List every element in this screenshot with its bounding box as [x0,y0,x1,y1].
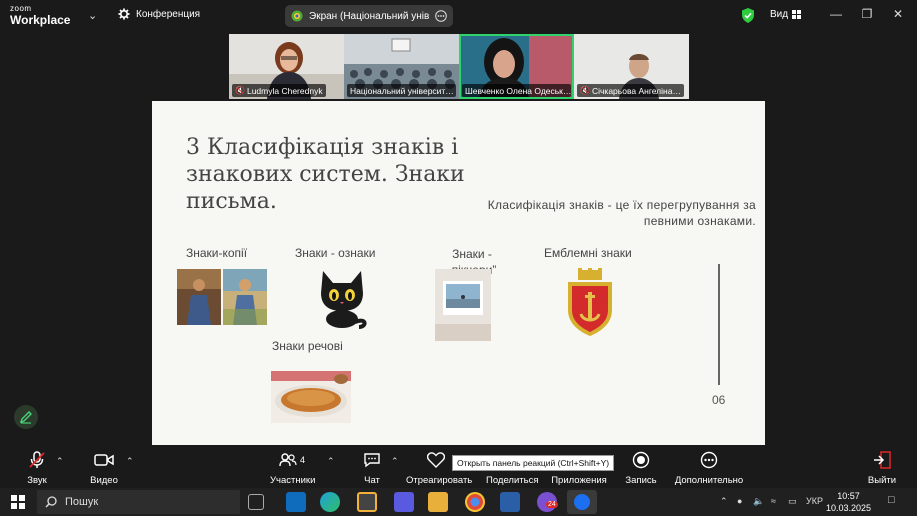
muted-mic-icon [29,451,45,468]
search-label: Пошук [65,496,99,508]
shared-screen-slide: 3 Класифікація знаків і знакових систем.… [152,101,765,445]
outlook-icon[interactable] [286,492,306,512]
gear-icon [118,8,130,20]
participant-video-3-active-speaker[interactable]: Шевченко Олена Одеськ… [459,34,574,99]
slide-divider-line [718,264,720,385]
share-screen-icon [291,10,303,22]
chat-button[interactable]: Чат [360,450,384,486]
restore-icon[interactable]: ❐ [858,7,876,21]
chat-options-caret[interactable]: ⌃ [391,456,399,467]
minimize-icon[interactable]: — [827,7,845,21]
category-copies: Знаки-копії [186,246,248,260]
encryption-shield-icon[interactable] [741,8,755,23]
category-emblem: Емблемні знаки [544,246,632,260]
video-camera-icon [94,454,114,466]
remote-app-icon[interactable] [500,492,520,512]
notifications-icon[interactable]: □ [888,494,895,506]
chrome-icon[interactable] [465,492,485,512]
audio-button[interactable]: Звук [22,450,52,486]
video-options-caret[interactable]: ⌃ [126,456,134,467]
close-icon[interactable]: ✕ [889,7,907,21]
participant-name-tag: Шевченко Олена Одеськ… [462,84,571,97]
more-options-icon [700,451,718,469]
zoom-app-icon [574,494,590,510]
participant-video-1[interactable]: 🔇 Ludmyla Cherednyk [229,34,344,99]
coat-of-arms-image [564,268,616,338]
clock[interactable]: 10:57 10.03.2025 [826,490,871,514]
zoom-logo: zoom Workplace [10,4,71,27]
video-button[interactable]: Видео [88,450,120,486]
participant-name-tag: 🔇 Січкарьова Ангеліна… [577,84,684,97]
store-icon[interactable] [357,492,377,512]
taskbar-search[interactable]: Пошук [37,490,240,514]
audio-options-caret[interactable]: ⌃ [56,456,64,467]
battery-icon[interactable]: ▭ [788,496,797,507]
windows-start-icon[interactable] [11,495,25,509]
more-options-icon[interactable] [435,10,447,22]
video-thumbnail-strip: 🔇 Ludmyla Cherednyk Національний універси… [229,34,689,99]
tray-expand-icon[interactable]: ⌃ [720,496,728,507]
wifi-icon[interactable]: ≈ [771,496,776,506]
language-indicator[interactable]: УКР [806,496,823,506]
volume-muted-icon[interactable]: 🔈 [753,496,764,507]
title-bar: zoom Workplace ⌄ Конференция Экран (Наці… [0,0,917,32]
muted-mic-icon: 🔇 [235,86,245,95]
more-button[interactable]: Дополнительно [674,450,744,486]
participants-button[interactable]: 4 Участники [270,450,315,486]
participant-name-tag: 🔇 Ludmyla Cherednyk [232,84,326,97]
editor-app-icon[interactable] [394,492,414,512]
file-explorer-icon[interactable] [428,492,448,512]
leave-button[interactable]: Выйти [864,450,900,486]
polaroid-photo-image [435,269,491,341]
reactions-tooltip: Открыть панель реакций (Ctrl+Shift+Y) [452,455,615,471]
clock-date: 10.03.2025 [826,503,872,513]
slide-title: 3 Класифікація знаків і знакових систем.… [186,135,465,214]
category-signs: Знаки - ознаки [295,246,376,260]
clock-time: 10:57 [837,491,860,501]
microphone-tray-icon[interactable]: ● [737,496,742,506]
view-button[interactable]: Вид [770,9,802,20]
task-view-icon[interactable] [248,494,264,510]
category-material: Знаки речові [272,339,343,353]
black-cat-image [315,267,370,329]
record-button[interactable]: Запись [624,450,658,486]
grid-view-icon [792,10,802,19]
traditional-food-image [271,371,351,423]
heart-icon [427,452,445,468]
participants-options-caret[interactable]: ⌃ [327,456,335,467]
meeting-info[interactable]: Конференция [118,8,200,20]
slide-subtitle: Класифікація знаків - це їх перегрупуван… [487,198,756,228]
edge-icon[interactable] [320,492,340,512]
chevron-down-icon[interactable]: ⌄ [88,9,97,22]
notification-badge: 24 [546,501,558,508]
paintings-image [177,269,267,325]
participant-name-tag: Національний університ… [347,84,456,97]
screen-share-label: Экран (Національний університ [309,10,429,22]
screen-share-indicator[interactable]: Экран (Національний університ [285,5,453,27]
view-label: Вид [770,9,789,20]
chat-bubble-icon [364,453,380,468]
participant-video-2[interactable]: Національний університ… [344,34,459,99]
annotate-button[interactable] [14,405,38,429]
meeting-title: Конференция [136,8,201,20]
leave-door-icon [874,451,891,469]
record-icon [632,451,650,469]
windows-taskbar: Пошук 24 ⌃ ● 🔈 ≈ ▭ УКР 10:57 10.03.2025 … [0,488,917,516]
muted-mic-icon: 🔇 [580,86,590,95]
participant-video-4[interactable]: 🔇 Січкарьова Ангеліна… [574,34,689,99]
participants-count: 4 [299,455,305,465]
slide-page-number: 06 [712,393,726,407]
pencil-icon [19,411,32,424]
search-icon [45,496,57,508]
zoom-taskbar-icon[interactable] [567,490,597,514]
participants-icon [279,453,297,467]
viber-icon[interactable]: 24 [537,492,558,512]
